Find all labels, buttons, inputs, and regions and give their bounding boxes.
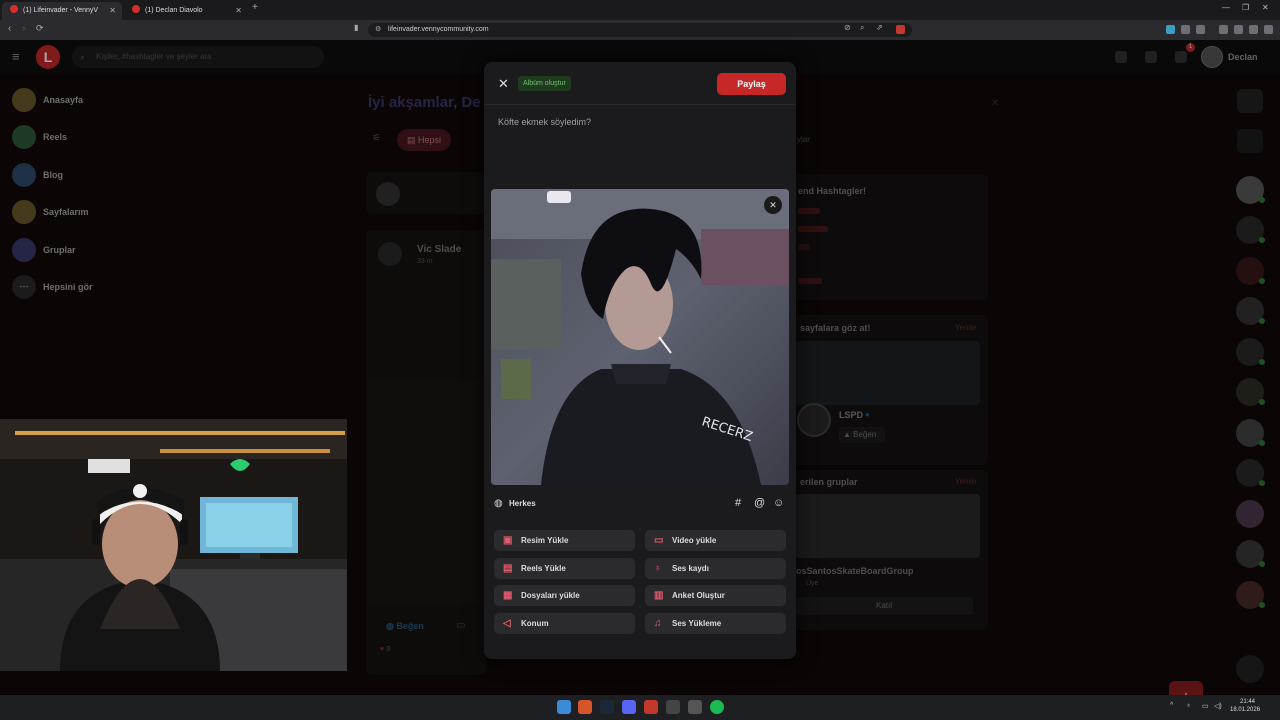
microphone-icon: ♁	[654, 563, 662, 574]
app-icon[interactable]	[644, 700, 658, 714]
app-icon[interactable]	[666, 700, 680, 714]
new-tab-icon[interactable]: +	[252, 2, 258, 13]
back-icon[interactable]: ‹	[8, 23, 11, 34]
character-photo: RECERZ	[491, 189, 789, 485]
voice-record-button[interactable]: ♁ Ses kaydı	[645, 558, 786, 579]
extensions-puzzle-icon[interactable]	[1181, 25, 1190, 34]
upload-audio-button[interactable]: ♫ Ses Yükleme	[645, 613, 786, 634]
close-icon[interactable]: ✕	[498, 76, 509, 92]
modal-divider	[484, 104, 796, 105]
option-label: Ses Yükleme	[672, 619, 722, 628]
globe-icon: ◍	[494, 498, 503, 509]
browser-tab-bar: (1) Lifeinvader - VennyV ✕ (1) Declan Di…	[0, 0, 1280, 20]
upload-video-button[interactable]: ▭ Video yükle	[645, 530, 786, 551]
lifeinvader-favicon-icon	[132, 5, 140, 13]
upload-files-button[interactable]: ▦ Dosyaları yükle	[494, 585, 635, 606]
location-button[interactable]: ◁ Konum	[494, 613, 635, 634]
option-label: Ses kaydı	[672, 564, 709, 573]
create-poll-button[interactable]: ▥ Anket Oluştur	[645, 585, 786, 606]
option-label: Konum	[521, 619, 549, 628]
remove-photo-icon[interactable]: ✕	[764, 196, 782, 214]
network-icon[interactable]: ▭	[1202, 702, 1209, 710]
create-post-modal: ✕ Albüm oluştur Paylaş Köfte ekmek söyle…	[484, 62, 796, 659]
discord-icon[interactable]	[622, 700, 636, 714]
extension-icon[interactable]	[1166, 25, 1175, 34]
window-close-icon[interactable]: ✕	[1262, 3, 1269, 12]
clock-time[interactable]: 21:44	[1240, 699, 1255, 705]
option-label: Resim Yükle	[521, 536, 569, 545]
sidebar-toggle-icon[interactable]	[1249, 25, 1258, 34]
upload-image-button[interactable]: ▣ Resim Yükle	[494, 530, 635, 551]
audience-selector[interactable]: Herkes	[509, 499, 536, 508]
brave-browser-icon[interactable]	[578, 700, 592, 714]
site-info-icon[interactable]: ⚙	[375, 23, 381, 37]
webcam-image	[0, 419, 347, 671]
tab-title: (1) Lifeinvader - VennyV	[23, 7, 99, 14]
upload-reels-button[interactable]: ▤ Reels Yükle	[494, 558, 635, 579]
poll-icon: ▥	[654, 590, 664, 601]
start-menu-icon[interactable]	[557, 700, 571, 714]
spotify-icon[interactable]	[710, 700, 724, 714]
downloads-icon[interactable]	[1219, 25, 1228, 34]
microphone-tray-icon[interactable]: ♁	[1186, 702, 1191, 709]
wallet-icon[interactable]	[1196, 25, 1205, 34]
hashtag-icon[interactable]: #	[735, 497, 741, 509]
volume-icon[interactable]: ◁)	[1214, 702, 1222, 710]
brave-shield-icon[interactable]	[896, 25, 905, 34]
option-label: Dosyaları yükle	[521, 591, 580, 600]
app-icon[interactable]	[688, 700, 702, 714]
url-text: lifeinvader.vennycommunity.com	[388, 26, 489, 33]
video-icon: ▭	[654, 535, 664, 546]
steam-icon[interactable]	[600, 700, 614, 714]
share-page-icon[interactable]: ⇗	[876, 23, 883, 32]
minimize-icon[interactable]: —	[1222, 3, 1230, 12]
image-icon: ▣	[503, 535, 513, 546]
zoom-icon[interactable]: ⌕	[860, 23, 864, 33]
audience-row: ◍ Herkes # @ ☺	[494, 496, 786, 512]
webcam-overlay	[0, 419, 347, 671]
tab-title: (1) Declan Diavolo	[145, 7, 203, 14]
attached-photo: RECERZ ✕	[491, 189, 789, 485]
reels-icon: ▤	[503, 563, 513, 574]
tray-chevron-icon[interactable]: ^	[1170, 702, 1173, 709]
mention-icon[interactable]: @	[754, 497, 765, 509]
menu-icon[interactable]	[1264, 25, 1273, 34]
browser-tab-declan[interactable]: (1) Declan Diavolo ✕	[124, 2, 248, 20]
browser-tab-lifeinvader[interactable]: (1) Lifeinvader - VennyV ✕	[2, 2, 122, 20]
emoji-icon[interactable]: ☺	[773, 497, 784, 509]
reload-icon[interactable]: ⟳	[36, 23, 44, 34]
url-field[interactable]: ⚙ lifeinvader.vennycommunity.com	[368, 23, 912, 37]
music-icon: ♫	[654, 618, 662, 629]
location-icon: ◁	[503, 618, 511, 629]
create-album-button[interactable]: Albüm oluştur	[518, 76, 571, 91]
bookmark-icon[interactable]: ▮	[354, 23, 358, 32]
option-label: Reels Yükle	[521, 564, 566, 573]
post-text-input[interactable]: Köfte ekmek söyledim?	[498, 117, 591, 127]
translate-icon[interactable]: ⊘	[844, 23, 851, 32]
os-taskbar: ^ ♁ ▭ ◁) 21:44 18.01.2026	[0, 695, 1280, 720]
lifeinvader-favicon-icon	[10, 5, 18, 13]
share-button[interactable]: Paylaş	[717, 73, 786, 95]
forward-icon[interactable]: ›	[22, 23, 25, 34]
close-tab-icon[interactable]: ✕	[235, 2, 242, 20]
maximize-icon[interactable]: ❐	[1242, 3, 1249, 12]
option-label: Video yükle	[672, 536, 717, 545]
close-tab-icon[interactable]: ✕	[109, 2, 116, 20]
address-bar: ‹ › ⟳ ▮ ⚙ lifeinvader.vennycommunity.com…	[0, 20, 1280, 40]
option-label: Anket Oluştur	[672, 591, 725, 600]
clock-date[interactable]: 18.01.2026	[1230, 707, 1260, 713]
media-icon[interactable]	[1234, 25, 1243, 34]
file-icon: ▦	[503, 590, 513, 601]
